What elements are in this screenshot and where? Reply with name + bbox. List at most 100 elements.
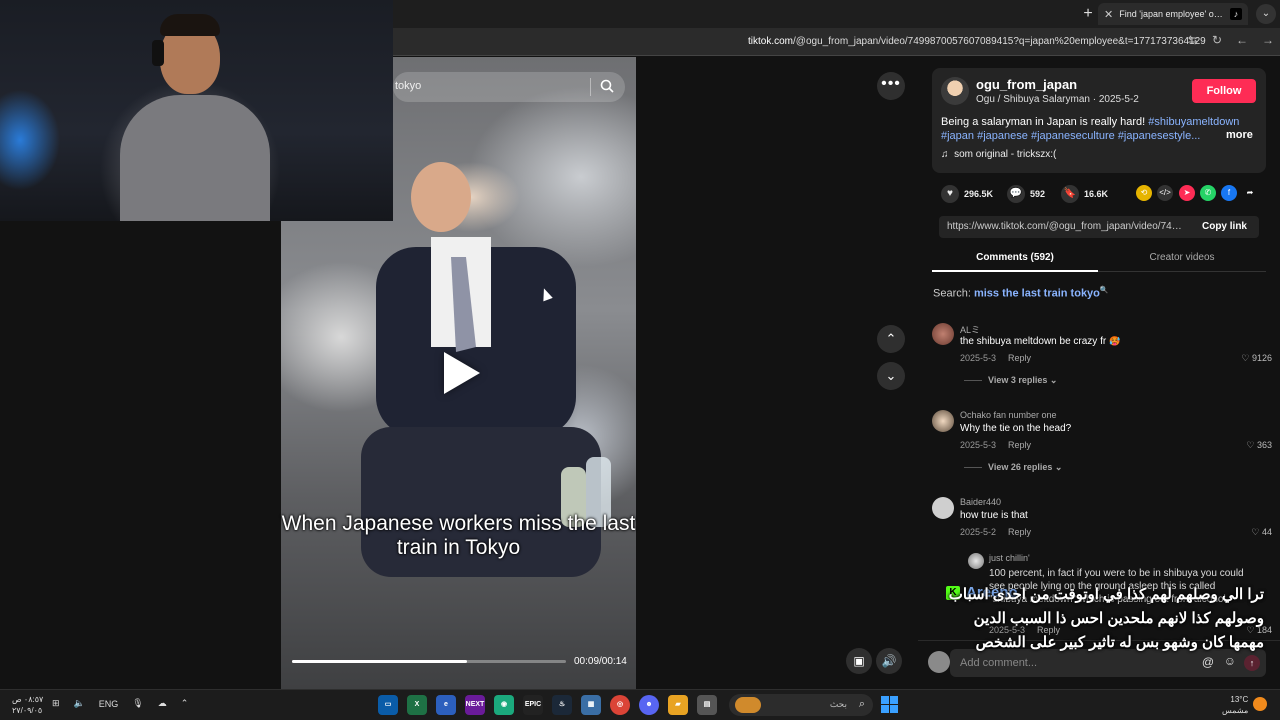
share-icon[interactable]: ➦ <box>1242 185 1258 201</box>
reload-icon[interactable]: ↻ <box>1212 33 1222 47</box>
commenter-avatar[interactable] <box>932 410 954 432</box>
comment-icon[interactable]: 💬 <box>1007 185 1025 203</box>
app-icon-excel[interactable]: X <box>407 695 427 715</box>
notification-icon[interactable]: ⊞ <box>52 698 60 709</box>
view-replies-button[interactable]: View 3 replies ⌄ <box>964 375 1057 386</box>
comment-item: ALミ the shibuya meltdown be crazy fr 🥵 2… <box>932 323 1272 393</box>
search-suggestion[interactable]: Search: miss the last train tokyo🔍 <box>933 286 1109 300</box>
replier-name[interactable]: just chillin' <box>989 553 1030 563</box>
browser-tab-active[interactable]: ✕ Find 'japan employee' on TikTok ♪ <box>1098 3 1248 25</box>
more-options-button[interactable]: ••• <box>877 72 905 100</box>
volume-icon[interactable]: 🔊 <box>876 648 902 674</box>
tab-comments[interactable]: Comments (592) <box>932 248 1098 272</box>
comment-text: the shibuya meltdown be crazy fr 🥵 <box>960 336 1121 347</box>
speaker-icon[interactable]: 🔈 <box>74 698 85 709</box>
tab-creator-videos[interactable]: Creator videos <box>1098 248 1266 272</box>
commenter-avatar[interactable] <box>932 323 954 345</box>
bookmark-icon[interactable]: 🔖 <box>1061 185 1079 203</box>
reply-button[interactable]: Reply <box>1008 353 1031 363</box>
copy-link-button[interactable]: Copy link <box>1202 221 1247 232</box>
next-video-button[interactable]: ⌄ <box>877 362 905 390</box>
comment-meta: 2025-5-3 Reply <box>960 440 1032 450</box>
commenter-name[interactable]: Baider440 <box>960 497 1001 507</box>
commenter-avatar[interactable] <box>932 497 954 519</box>
tab-list-menu-button[interactable]: ⌄ <box>1256 4 1276 24</box>
commenter-name[interactable]: Ochako fan number one <box>960 410 1057 420</box>
microphone-icon[interactable]: 🎙 <box>132 698 143 709</box>
language-indicator[interactable]: ENG <box>99 699 119 709</box>
embed-icon[interactable]: </> <box>1157 185 1173 201</box>
mention-icon[interactable]: @ <box>1202 655 1214 669</box>
streamer-body <box>120 95 270 221</box>
video-progress-bar[interactable] <box>292 660 566 663</box>
author-avatar[interactable] <box>941 77 969 105</box>
app-icon-next[interactable]: NEXT <box>465 695 485 715</box>
app-icon-explorer[interactable]: ▤ <box>697 695 717 715</box>
previous-video-button[interactable]: ⌃ <box>877 325 905 353</box>
app-icon-discord[interactable]: ☻ <box>639 695 659 715</box>
like-stat[interactable]: ♥ 296.5K <box>941 185 993 203</box>
follow-button[interactable]: Follow <box>1192 79 1256 103</box>
close-tab-icon[interactable]: ✕ <box>1104 8 1113 21</box>
facebook-icon[interactable]: f <box>1221 185 1237 201</box>
comment-stat[interactable]: 💬 592 <box>1007 185 1045 203</box>
video-search-query[interactable]: tokyo <box>395 80 421 92</box>
reply-button[interactable]: Reply <box>1008 527 1031 537</box>
comment-like[interactable]: ♡ 9126 <box>1241 353 1272 364</box>
description-more-button[interactable]: more <box>1226 129 1253 141</box>
search-icon: 🔍 <box>1099 287 1109 294</box>
app-icon-steam[interactable]: ♨ <box>552 695 572 715</box>
address-bar[interactable]: tiktok.com/@ogu_from_japan/video/7499870… <box>393 28 1280 56</box>
emoji-icon[interactable]: ☺ <box>1224 654 1236 668</box>
hashtag[interactable]: #shibuyameltdown <box>1148 116 1239 128</box>
windows-start-icon[interactable] <box>881 696 898 713</box>
music-title[interactable]: som original - trickszx:( <box>954 149 1056 160</box>
comment-item: Ochako fan number one Why the tie on the… <box>932 410 1272 480</box>
app-icon-files[interactable]: ▰ <box>668 695 688 715</box>
headset-icon <box>152 40 164 66</box>
share-link[interactable]: https://www.tiktok.com/@ogu_from_japan/v… <box>947 221 1187 232</box>
new-tab-button[interactable]: + <box>1079 5 1097 23</box>
app-icon-epic[interactable]: EPIC <box>523 695 543 715</box>
video-caption: When Japanese workers miss the last trai… <box>281 512 636 559</box>
app-icon-edge[interactable]: e <box>436 695 456 715</box>
comment-like[interactable]: ♡ 44 <box>1251 527 1272 538</box>
heart-icon[interactable]: ♥ <box>941 185 959 203</box>
app-icon-store[interactable]: ▦ <box>581 695 601 715</box>
search-icon[interactable] <box>599 78 615 94</box>
tray-overflow-icon[interactable]: ⌃ <box>181 698 189 709</box>
replier-avatar[interactable] <box>968 553 984 569</box>
comment-like[interactable]: ♡ 363 <box>1246 440 1272 451</box>
author-name[interactable]: ogu_from_japan <box>976 77 1077 92</box>
video-search-box[interactable]: tokyo <box>393 72 625 102</box>
back-icon[interactable]: ← <box>1236 33 1248 47</box>
play-icon[interactable] <box>444 352 480 394</box>
hashtag[interactable]: #japaneseculture <box>1031 130 1115 142</box>
hashtag[interactable]: #japanese <box>977 130 1028 142</box>
url-text[interactable]: tiktok.com/@ogu_from_japan/video/7499870… <box>748 36 1206 47</box>
sun-icon[interactable] <box>1253 697 1267 711</box>
view-replies-button[interactable]: View 26 replies ⌄ <box>964 462 1062 473</box>
site-settings-icon[interactable]: ⇆ <box>1188 33 1198 47</box>
app-icon-chrome[interactable]: ◎ <box>610 695 630 715</box>
app-icon-teal[interactable]: ◉ <box>494 695 514 715</box>
commenter-name[interactable]: ALミ <box>960 323 980 336</box>
app-icon-window[interactable]: ▭ <box>378 695 398 715</box>
send-to-friends-icon[interactable]: ➤ <box>1179 185 1195 201</box>
hashtag[interactable]: #japanesestyle... <box>1118 130 1201 142</box>
taskbar-search[interactable]: بحث ⌕ <box>729 694 873 716</box>
onedrive-icon[interactable]: ☁ <box>158 698 167 709</box>
search-divider <box>590 78 591 96</box>
taskbar-clock[interactable]: ٠٨:٥٧ ص ٢٧/٠٩/٠٥ <box>12 694 43 716</box>
repost-icon[interactable]: ⟲ <box>1136 185 1152 201</box>
music-info[interactable]: ♫ som original - trickszx:( <box>941 149 1056 160</box>
save-stat[interactable]: 🔖 16.6K <box>1061 185 1108 203</box>
pip-icon[interactable]: ▣ <box>846 648 872 674</box>
hashtag[interactable]: #japan <box>941 130 974 142</box>
whatsapp-icon[interactable]: ✆ <box>1200 185 1216 201</box>
weather-widget[interactable]: 13°C مشمس <box>1222 694 1248 716</box>
reply-button[interactable]: Reply <box>1008 440 1031 450</box>
video-time: 00:09/00:14 <box>574 656 627 667</box>
forward-icon[interactable]: → <box>1262 33 1274 47</box>
post-comment-icon[interactable]: ↑ <box>1244 655 1260 671</box>
